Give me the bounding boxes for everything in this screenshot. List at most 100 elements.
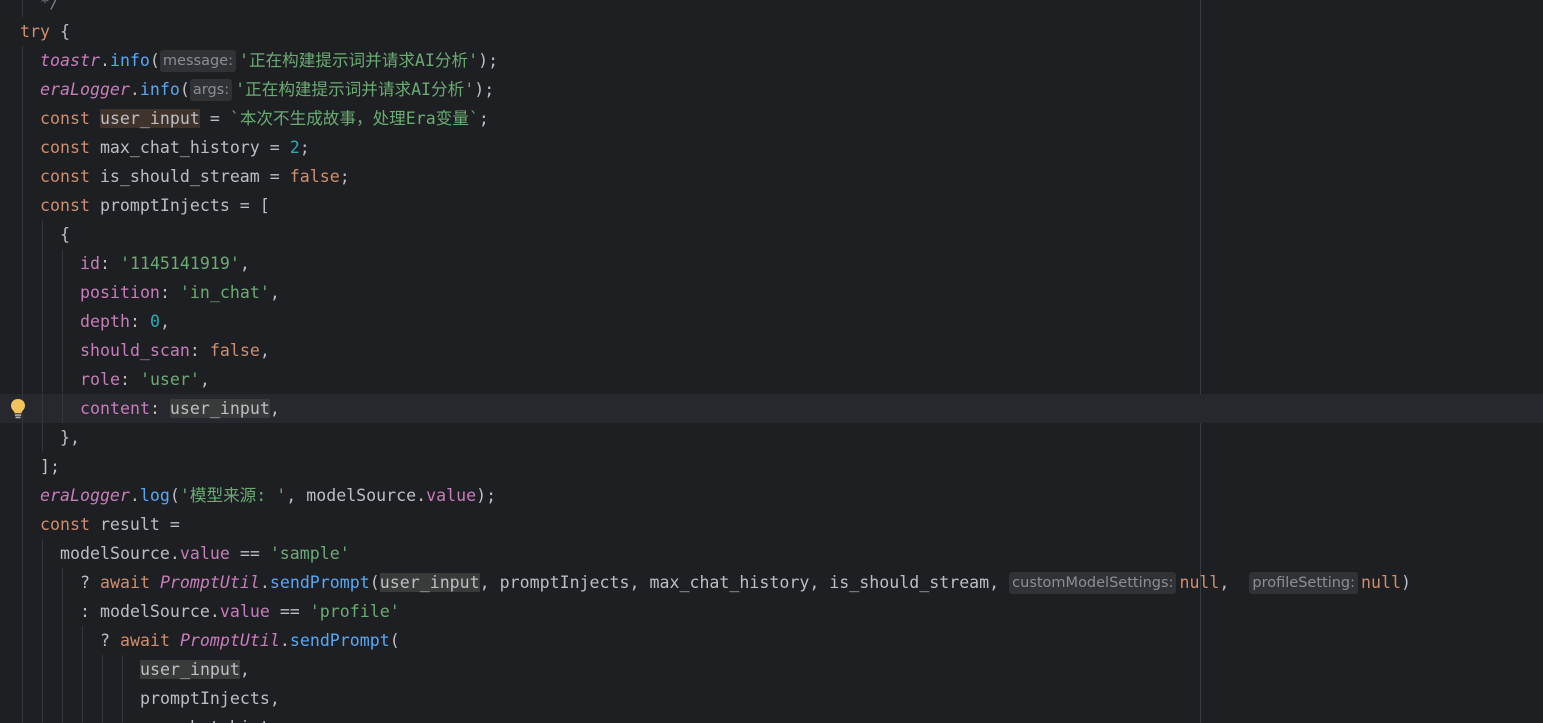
code-token: PromptUtil <box>159 573 260 592</box>
code-line[interactable]: should_scan: false, <box>0 336 1543 365</box>
indent-guide <box>42 307 43 336</box>
code-text: promptInjects, <box>140 684 280 713</box>
code-line[interactable]: : modelSource.value == 'profile' <box>0 597 1543 626</box>
code-token: '正在构建提示词并请求AI分析' <box>238 51 479 70</box>
current-code-line[interactable]: content: user_input, <box>0 394 1543 423</box>
code-token: ? <box>80 573 100 592</box>
code-text: const result = <box>40 510 180 539</box>
code-line[interactable]: const is_should_stream = false; <box>0 162 1543 191</box>
indent-guide <box>22 249 23 278</box>
indent-guide <box>42 249 43 278</box>
code-token: value <box>179 544 230 563</box>
code-token: const <box>40 167 90 186</box>
code-line[interactable]: promptInjects, <box>0 684 1543 713</box>
code-line[interactable]: ]; <box>0 452 1543 481</box>
code-line[interactable]: depth: 0, <box>0 307 1543 336</box>
indent-guide <box>122 684 123 713</box>
code-line[interactable]: try { <box>0 17 1543 46</box>
code-token: value <box>219 602 270 621</box>
code-token: sendPrompt <box>289 631 390 650</box>
indent-guide <box>62 336 63 365</box>
code-token: ; <box>478 109 489 128</box>
code-token: : <box>119 370 140 389</box>
code-token: const <box>40 138 90 157</box>
parameter-hint: profileSetting: <box>1249 572 1359 594</box>
code-token: '1145141919' <box>119 254 240 273</box>
code-line[interactable]: const max_chat_history = 2; <box>0 133 1543 162</box>
indent-guide <box>22 423 23 452</box>
parameter-hint: customModelSettings: <box>1009 572 1177 594</box>
code-token: { <box>60 225 70 244</box>
indent-guide <box>102 713 103 723</box>
code-token: const <box>40 109 90 128</box>
indent-guide <box>42 336 43 365</box>
code-token: : modelSource. <box>80 602 220 621</box>
code-line[interactable]: */ <box>0 0 1543 17</box>
highlighted-identifier: user_input <box>379 573 480 592</box>
indent-guide <box>42 626 43 655</box>
indent-guide <box>122 655 123 684</box>
code-line[interactable]: role: 'user', <box>0 365 1543 394</box>
code-token: ( <box>179 80 190 99</box>
code-token: null <box>1179 573 1220 592</box>
code-line[interactable]: eraLogger.log('模型来源: ', modelSource.valu… <box>0 481 1543 510</box>
indent-guide <box>62 626 63 655</box>
code-token: '正在构建提示词并请求AI分析' <box>235 80 475 99</box>
code-token: promptInjects = [ <box>89 196 270 215</box>
indent-guide <box>22 626 23 655</box>
indent-guide <box>82 655 83 684</box>
indent-guide <box>22 452 23 481</box>
indent-guide <box>42 220 43 249</box>
highlighted-identifier: user_input <box>99 109 200 128</box>
code-text: ? await PromptUtil.sendPrompt(user_input… <box>80 568 1411 597</box>
indent-guide <box>22 597 23 626</box>
indent-guide <box>62 568 63 597</box>
code-token: `本次不生成故事，处理Era变量` <box>229 109 479 128</box>
code-line[interactable]: const user_input = `本次不生成故事，处理Era变量`; <box>0 104 1543 133</box>
code-line[interactable]: toastr.info(message: '正在构建提示词并请求AI分析'); <box>0 46 1543 75</box>
code-text: const user_input = `本次不生成故事，处理Era变量`; <box>40 104 489 133</box>
indent-guide <box>62 365 63 394</box>
code-line[interactable]: }, <box>0 423 1543 452</box>
code-line[interactable]: user_input, <box>0 655 1543 684</box>
indent-guide <box>22 684 23 713</box>
code-line[interactable]: eraLogger.info(args: '正在构建提示词并请求AI分析'); <box>0 75 1543 104</box>
code-token: : <box>189 341 210 360</box>
code-token: depth <box>80 312 130 331</box>
indent-guide <box>22 104 23 133</box>
code-token: , <box>269 283 280 302</box>
code-text: id: '1145141919', <box>80 249 250 278</box>
indent-guide <box>22 336 23 365</box>
code-line[interactable]: modelSource.value == 'sample' <box>0 539 1543 568</box>
code-line[interactable]: const promptInjects = [ <box>0 191 1543 220</box>
code-token: . <box>99 51 110 70</box>
code-line[interactable]: ? await PromptUtil.sendPrompt(user_input… <box>0 568 1543 597</box>
code-text: eraLogger.info(args: '正在构建提示词并请求AI分析'); <box>40 75 494 104</box>
code-token: const <box>40 515 90 534</box>
code-token: , <box>259 341 270 360</box>
code-line[interactable]: const result = <box>0 510 1543 539</box>
code-token: ( <box>149 51 160 70</box>
code-token: , <box>269 399 280 418</box>
code-text: */ <box>40 0 60 17</box>
code-line[interactable]: { <box>0 220 1543 249</box>
code-line[interactable]: max_chat_history, <box>0 713 1543 723</box>
code-token: ; <box>339 167 350 186</box>
indent-guide <box>102 655 103 684</box>
code-line[interactable]: ? await PromptUtil.sendPrompt( <box>0 626 1543 655</box>
code-token: , promptInjects, max_chat_history, is_sh… <box>479 573 1010 592</box>
code-token: eraLogger <box>40 80 130 99</box>
indent-guide <box>22 365 23 394</box>
indent-guide <box>62 684 63 713</box>
code-token: , modelSource. <box>286 486 427 505</box>
code-text: user_input, <box>140 655 250 684</box>
indent-guide <box>42 394 43 423</box>
code-line[interactable]: id: '1145141919', <box>0 249 1543 278</box>
indent-guide <box>22 46 23 75</box>
code-editor[interactable]: */try {toastr.info(message: '正在构建提示词并请求AI… <box>0 0 1543 723</box>
code-token: , <box>199 370 210 389</box>
code-line[interactable]: position: 'in_chat', <box>0 278 1543 307</box>
lightbulb-icon[interactable] <box>10 398 26 420</box>
code-token: . <box>259 573 270 592</box>
indent-guide <box>22 539 23 568</box>
